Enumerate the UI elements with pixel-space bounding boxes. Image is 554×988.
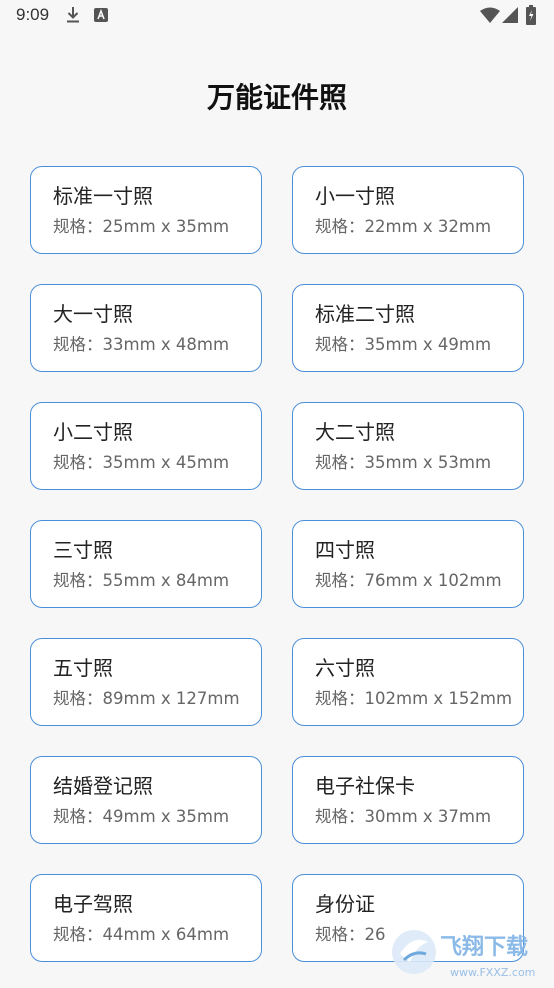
size-card-standard-1-inch[interactable]: 标准一寸照 规格：25mm x 35mm [30,166,262,254]
card-title: 标准一寸照 [53,184,153,208]
size-card-driver-license[interactable]: 电子驾照 规格：44mm x 64mm [30,874,262,962]
card-spec: 规格：33mm x 48mm [53,335,230,354]
size-card-5-inch[interactable]: 五寸照 规格：89mm x 127mm [30,638,262,726]
card-title: 身份证 [315,892,375,916]
card-spec: 规格：35mm x 49mm [315,335,492,354]
card-spec: 规格：25mm x 35mm [53,217,230,236]
card-spec: 规格：102mm x 152mm [315,689,513,708]
card-spec: 规格：89mm x 127mm [53,689,240,708]
card-title: 大二寸照 [315,420,395,444]
download-icon [67,7,79,23]
wifi-icon [480,7,500,23]
card-spec: 规格：22mm x 32mm [315,217,492,236]
photo-size-grid: 标准一寸照 规格：25mm x 35mm 小一寸照 规格：22mm x 32mm… [30,166,524,962]
size-card-small-2-inch[interactable]: 小二寸照 规格：35mm x 45mm [30,402,262,490]
card-title: 六寸照 [315,656,375,680]
status-bar: 9:09 [0,0,554,34]
size-card-small-1-inch[interactable]: 小一寸照 规格：22mm x 32mm [292,166,524,254]
size-card-3-inch[interactable]: 三寸照 规格：55mm x 84mm [30,520,262,608]
card-title: 五寸照 [53,656,113,680]
size-card-large-1-inch[interactable]: 大一寸照 规格：33mm x 48mm [30,284,262,372]
size-card-marriage-registration[interactable]: 结婚登记照 规格：49mm x 35mm [30,756,262,844]
card-title: 标准二寸照 [315,302,415,326]
card-title: 小二寸照 [53,420,133,444]
card-title: 大一寸照 [53,302,133,326]
watermark-url: www.FXXZ.com [450,966,535,979]
card-spec: 规格：49mm x 35mm [53,807,230,826]
size-card-4-inch[interactable]: 四寸照 规格：76mm x 102mm [292,520,524,608]
card-spec: 规格：76mm x 102mm [315,571,502,590]
battery-charging-icon [526,5,536,25]
card-title: 电子驾照 [53,892,133,916]
size-card-large-2-inch[interactable]: 大二寸照 规格：35mm x 53mm [292,402,524,490]
card-spec: 规格：30mm x 37mm [315,807,492,826]
signal-icon [502,7,518,23]
size-card-6-inch[interactable]: 六寸照 规格：102mm x 152mm [292,638,524,726]
card-spec: 规格：35mm x 53mm [315,453,492,472]
card-title: 四寸照 [315,538,375,562]
card-title: 结婚登记照 [53,774,153,798]
card-title: 三寸照 [53,538,113,562]
card-title: 电子社保卡 [315,774,415,798]
watermark-logo: 飞翔下载 www.FXXZ.com [388,920,554,984]
card-spec: 规格：55mm x 84mm [53,571,230,590]
status-time: 9:09 [16,5,50,24]
card-spec: 规格：35mm x 45mm [53,453,230,472]
size-card-social-security[interactable]: 电子社保卡 规格：30mm x 37mm [292,756,524,844]
card-spec: 规格：44mm x 64mm [53,925,230,944]
size-card-standard-2-inch[interactable]: 标准二寸照 规格：35mm x 49mm [292,284,524,372]
watermark-brand: 飞翔下载 [440,934,528,960]
a-badge-icon [94,8,108,22]
card-title: 小一寸照 [315,184,395,208]
page-title: 万能证件照 [206,81,347,114]
